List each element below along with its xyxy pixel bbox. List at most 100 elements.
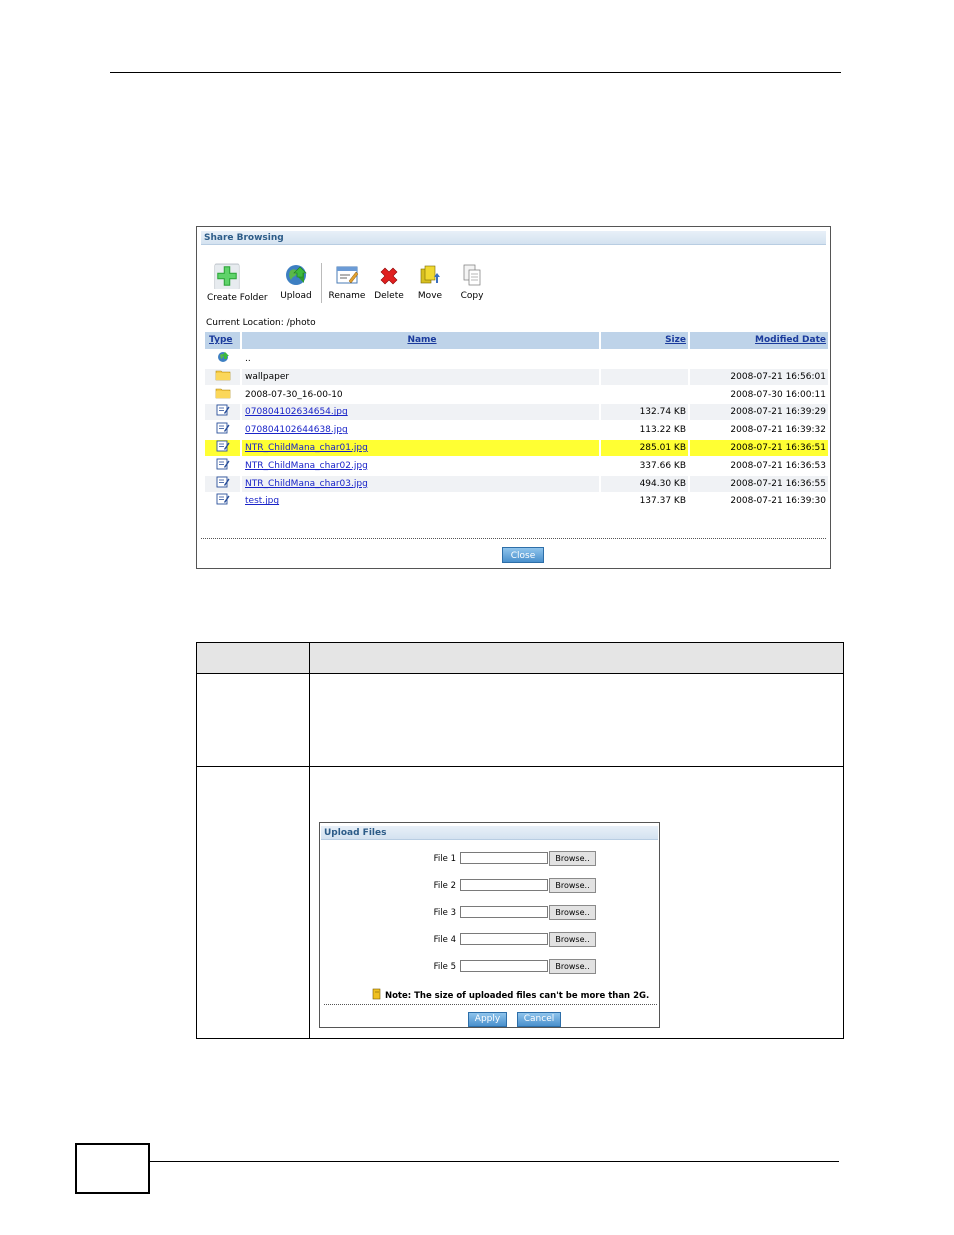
file-row[interactable]: NTR_ChildMana_char02.jpg 337.66 KB 2008-07… [205, 457, 828, 475]
apply-button[interactable]: Apply [468, 1012, 507, 1027]
file-row[interactable]: 2008-07-30_16-00-10 2008-07-30 16:00:11 [205, 386, 828, 404]
close-button[interactable]: Close [502, 547, 544, 563]
share-browsing-title: Share Browsing [201, 231, 826, 245]
row-size: 285.01 KB [601, 440, 688, 456]
row-name-cell: .. [242, 351, 599, 367]
row-modified: 2008-07-21 16:39:30 [690, 493, 828, 510]
row-name-cell: NTR_ChildMana_char02.jpg [242, 457, 599, 474]
note-icon [372, 988, 381, 1000]
file-path-input[interactable] [460, 906, 548, 918]
copy-button[interactable]: Copy [457, 263, 487, 305]
row-size: 132.74 KB [601, 404, 688, 421]
row-type [205, 457, 240, 474]
file-icon [216, 440, 230, 456]
file-label: File 2 [433, 881, 456, 891]
column-header-modified[interactable]: Modified Date [690, 332, 828, 349]
cancel-button[interactable]: Cancel [517, 1012, 561, 1027]
row-type [205, 475, 240, 492]
file-row[interactable]: test.jpg 137.37 KB 2008-07-21 16:39:30 [205, 493, 828, 510]
file-label: File 1 [433, 854, 456, 864]
folder-icon [215, 387, 231, 403]
file-table-header: Type Name Size Modified Date [205, 332, 828, 349]
file-icon [216, 476, 230, 492]
row-name: .. [245, 354, 251, 364]
folder-icon [215, 369, 231, 385]
file-row[interactable]: 070804102644638.jpg 113.22 KB 2008-07-21 1… [205, 422, 828, 439]
toolbar-divider [321, 263, 322, 303]
file-row[interactable]: 070804102634654.jpg 132.74 KB 2008-07-21 1… [205, 404, 828, 421]
row-size: 494.30 KB [601, 475, 688, 492]
file-row[interactable]: wallpaper 2008-07-21 16:56:01 [205, 368, 828, 386]
create-folder-button[interactable]: Create Folder [207, 263, 268, 305]
file-path-input[interactable] [460, 879, 548, 891]
copy-label: Copy [460, 291, 484, 301]
file-path-input[interactable] [460, 933, 548, 945]
delete-icon [380, 267, 398, 285]
upload-label: Upload [280, 291, 312, 301]
row-type [205, 386, 240, 403]
browse-button[interactable]: Browse.. [549, 932, 596, 947]
column-header-size[interactable]: Size [601, 332, 688, 349]
delete-button[interactable]: Delete [371, 263, 407, 305]
upload-globe-icon [286, 265, 307, 285]
file-link[interactable]: 070804102644638.jpg [245, 425, 348, 435]
move-button[interactable]: Move [415, 263, 445, 305]
row-name-cell: 070804102644638.jpg [242, 422, 599, 439]
file-row[interactable]: NTR_ChildMana_char01.jpg 285.01 KB 2008-07… [205, 440, 828, 457]
row-name-cell: NTR_ChildMana_char01.jpg [242, 440, 599, 456]
file-icon [216, 404, 230, 420]
upload-dotted-divider [324, 1004, 657, 1005]
dotted-divider [201, 538, 826, 539]
rename-button[interactable]: Rename [327, 263, 367, 305]
upload-note-text: Note: The size of uploaded files can't b… [384, 991, 650, 1001]
row-size: 337.66 KB [601, 457, 688, 474]
file-link[interactable]: test.jpg [245, 496, 279, 506]
move-label: Move [417, 291, 443, 301]
row-modified: 2008-07-30 16:00:11 [690, 386, 828, 403]
browse-button[interactable]: Browse.. [549, 959, 596, 974]
page-number-box [75, 1143, 150, 1194]
column-divider [309, 643, 310, 1038]
file-path-input[interactable] [460, 852, 548, 864]
upload-files-screenshot: Upload Files File 1 Browse.. File 2 Browse.… [319, 822, 660, 1028]
copy-icon [463, 264, 481, 286]
rename-icon [336, 266, 359, 284]
row-name-cell: test.jpg [242, 493, 599, 510]
delete-label: Delete [374, 291, 404, 301]
upload-button[interactable]: Upload [279, 263, 313, 305]
row-size [601, 351, 688, 367]
file-row[interactable]: NTR_ChildMana_char03.jpg 494.30 KB 2008-07… [205, 475, 828, 493]
file-link[interactable]: 070804102634654.jpg [245, 407, 348, 417]
file-path-input[interactable] [460, 960, 548, 972]
current-location: Current Location: /photo [206, 318, 316, 328]
column-header-type[interactable]: Type [205, 332, 240, 349]
row-type [205, 493, 240, 510]
file-link[interactable]: NTR_ChildMana_char02.jpg [245, 461, 368, 471]
row-name: wallpaper [245, 371, 290, 382]
row-modified: 2008-07-21 16:39:32 [690, 422, 828, 439]
create-folder-icon [214, 263, 240, 289]
row-divider [197, 766, 843, 767]
description-table-header [197, 643, 843, 674]
file-input-row: File 3 Browse.. [320, 905, 661, 921]
column-header-name[interactable]: Name [242, 332, 599, 349]
browse-button[interactable]: Browse.. [549, 878, 596, 893]
row-type [205, 351, 240, 367]
file-row[interactable]: .. [205, 351, 828, 368]
row-name-cell: 2008-07-30_16-00-10 [242, 386, 599, 403]
move-icon [420, 265, 440, 284]
row-type [205, 440, 240, 456]
file-label: File 3 [433, 908, 456, 918]
file-input-row: File 5 Browse.. [320, 959, 661, 975]
file-link[interactable]: NTR_ChildMana_char03.jpg [245, 479, 368, 489]
share-browsing-screenshot: Share Browsing Create Folder Upload Rena… [196, 226, 831, 569]
file-icon [216, 422, 230, 438]
file-link[interactable]: NTR_ChildMana_char01.jpg [245, 443, 368, 453]
row-size: 113.22 KB [601, 422, 688, 439]
browse-button[interactable]: Browse.. [549, 851, 596, 866]
row-modified: 2008-07-21 16:36:53 [690, 457, 828, 474]
browse-button[interactable]: Browse.. [549, 905, 596, 920]
file-icon [216, 458, 230, 474]
row-size [601, 386, 688, 403]
up-folder-icon [216, 351, 230, 367]
